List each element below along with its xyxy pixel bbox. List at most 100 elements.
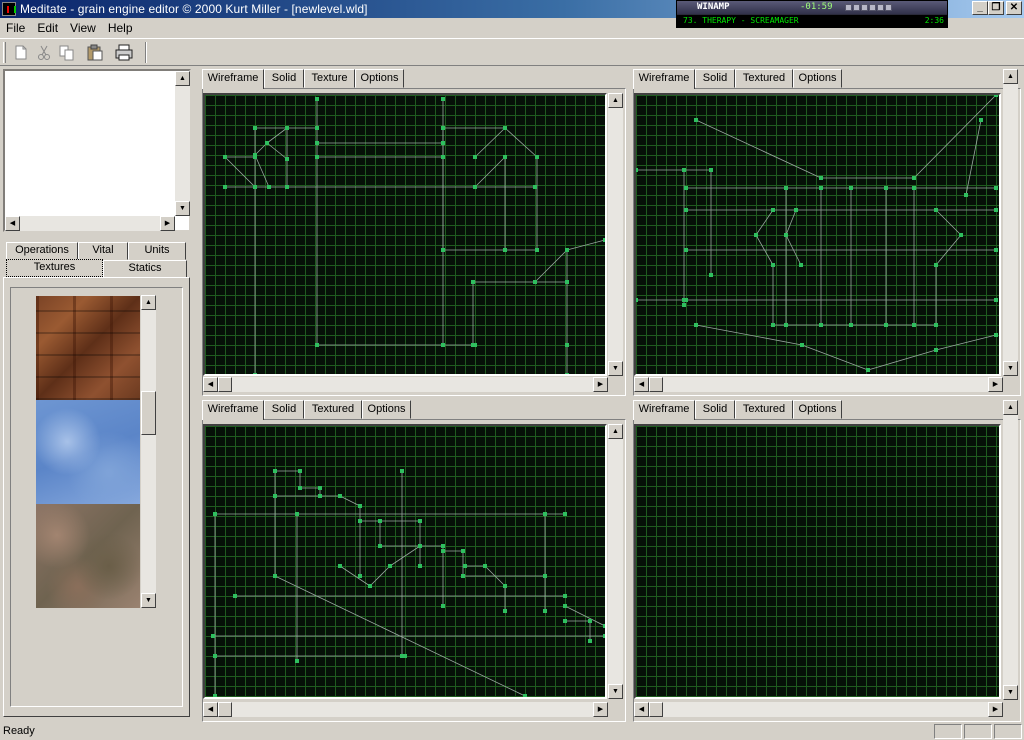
tab-operations[interactable]: Operations [6, 242, 78, 260]
play-icon[interactable] [853, 4, 860, 11]
vertex-marker[interactable] [794, 208, 798, 212]
copy-button[interactable] [56, 42, 78, 63]
tab-wireframe[interactable]: Wireframe [202, 400, 264, 420]
vertex-marker[interactable] [441, 544, 445, 548]
viewport-hscroll[interactable]: ◀ ▶ [634, 377, 1003, 392]
vertex-marker[interactable] [771, 323, 775, 327]
scroll-right-icon[interactable]: ▶ [593, 377, 608, 392]
vertex-marker[interactable] [298, 486, 302, 490]
tab-solid[interactable]: Solid [695, 400, 735, 419]
vertex-marker[interactable] [543, 574, 547, 578]
vertex-marker[interactable] [273, 574, 277, 578]
vertex-marker[interactable] [503, 155, 507, 159]
print-button[interactable] [113, 42, 135, 63]
object-list-vscroll[interactable]: ▲ ▼ [175, 71, 190, 216]
vertex-marker[interactable] [418, 544, 422, 548]
vertex-marker[interactable] [819, 186, 823, 190]
tab-statics[interactable]: Statics [103, 260, 187, 278]
tab-wireframe[interactable]: Wireframe [202, 69, 264, 89]
scroll-left-icon[interactable]: ◀ [634, 377, 649, 392]
vertex-marker[interactable] [418, 519, 422, 523]
vertex-marker[interactable] [784, 233, 788, 237]
scroll-left-icon[interactable]: ◀ [5, 216, 20, 231]
vertex-marker[interactable] [315, 141, 319, 145]
viewport-vscroll[interactable]: ▲ ▼ [608, 424, 623, 699]
vertex-marker[interactable] [273, 494, 277, 498]
viewport-hscroll[interactable]: ◀ ▶ [203, 377, 608, 392]
vertex-marker[interactable] [441, 604, 445, 608]
vertex-marker[interactable] [565, 248, 569, 252]
vertex-marker[interactable] [754, 233, 758, 237]
vertex-marker[interactable] [994, 298, 998, 302]
vertex-marker[interactable] [253, 185, 257, 189]
vertex-marker[interactable] [441, 248, 445, 252]
vertex-marker[interactable] [884, 186, 888, 190]
vertex-marker[interactable] [315, 343, 319, 347]
vertex-marker[interactable] [298, 469, 302, 473]
tab-solid[interactable]: Solid [264, 69, 304, 88]
vertex-marker[interactable] [471, 343, 475, 347]
vertex-marker[interactable] [295, 512, 299, 516]
viewport-vscroll[interactable]: ▲ ▼ [1003, 400, 1018, 700]
next-icon[interactable] [877, 4, 884, 11]
vertex-marker[interactable] [934, 263, 938, 267]
vertex-marker[interactable] [285, 157, 289, 161]
close-button[interactable]: ✕ [1006, 1, 1022, 15]
vertex-marker[interactable] [588, 639, 592, 643]
vertex-marker[interactable] [213, 694, 217, 697]
vertex-marker[interactable] [233, 594, 237, 598]
vertex-marker[interactable] [315, 155, 319, 159]
tab-options[interactable]: Options [355, 69, 404, 88]
texture-wood[interactable] [36, 296, 140, 400]
vertex-marker[interactable] [964, 193, 968, 197]
vertex-marker[interactable] [771, 208, 775, 212]
scroll-thumb[interactable] [141, 391, 156, 435]
vertex-marker[interactable] [388, 564, 392, 568]
vertex-marker[interactable] [473, 155, 477, 159]
vertex-marker[interactable] [912, 186, 916, 190]
vertex-marker[interactable] [318, 486, 322, 490]
vertex-marker[interactable] [358, 504, 362, 508]
scroll-up-icon[interactable]: ▲ [141, 295, 156, 310]
vertex-marker[interactable] [338, 564, 342, 568]
vertex-marker[interactable] [565, 280, 569, 284]
vertex-marker[interactable] [213, 654, 217, 658]
winamp-controls[interactable] [845, 4, 892, 12]
scroll-right-icon[interactable]: ▶ [160, 216, 175, 231]
scroll-thumb[interactable] [218, 377, 232, 392]
vertex-marker[interactable] [682, 303, 686, 307]
vertex-marker[interactable] [563, 604, 567, 608]
vertex-marker[interactable] [400, 469, 404, 473]
cut-button[interactable] [33, 42, 55, 63]
vertex-marker[interactable] [694, 323, 698, 327]
wireframe-canvas[interactable] [203, 424, 607, 699]
prev-icon[interactable] [845, 4, 852, 11]
tab-solid[interactable]: Solid [695, 69, 735, 88]
vertex-marker[interactable] [471, 280, 475, 284]
vertex-marker[interactable] [368, 584, 372, 588]
vertex-marker[interactable] [503, 248, 507, 252]
new-button[interactable] [10, 42, 32, 63]
vertex-marker[interactable] [473, 185, 477, 189]
vertex-marker[interactable] [441, 549, 445, 553]
vertex-marker[interactable] [223, 185, 227, 189]
tab-options[interactable]: Options [362, 400, 411, 419]
scroll-left-icon[interactable]: ◀ [203, 702, 218, 717]
vertex-marker[interactable] [819, 323, 823, 327]
vertex-marker[interactable] [358, 519, 362, 523]
vertex-marker[interactable] [543, 609, 547, 613]
vertex-marker[interactable] [979, 118, 983, 122]
tab-wireframe[interactable]: Wireframe [633, 400, 695, 420]
toolbar-grip[interactable] [3, 42, 6, 63]
vertex-marker[interactable] [285, 185, 289, 189]
vertex-marker[interactable] [771, 263, 775, 267]
wireframe-canvas[interactable] [634, 93, 1001, 376]
menu-edit[interactable]: Edit [31, 18, 64, 38]
vertex-marker[interactable] [295, 659, 299, 663]
vertex-marker[interactable] [994, 186, 998, 190]
vertex-marker[interactable] [461, 549, 465, 553]
vertex-marker[interactable] [912, 176, 916, 180]
vertex-marker[interactable] [934, 323, 938, 327]
vertex-marker[interactable] [588, 619, 592, 623]
vertex-marker[interactable] [994, 95, 998, 97]
